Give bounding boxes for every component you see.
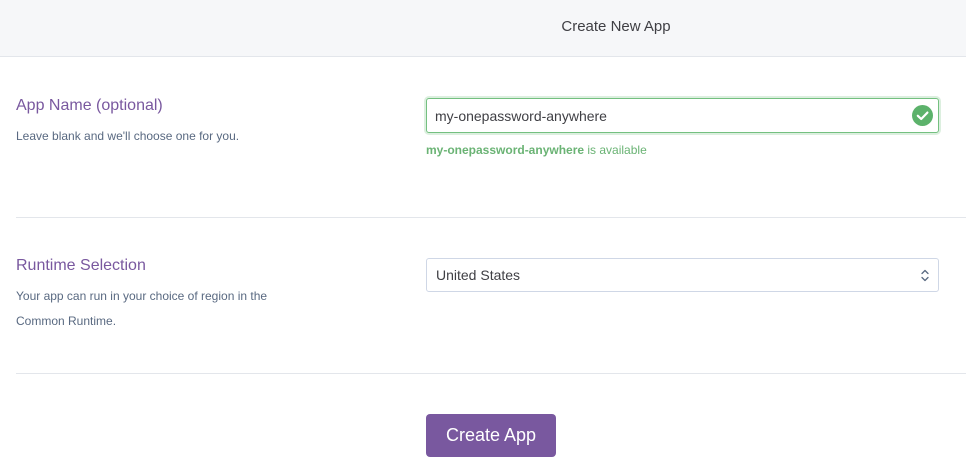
create-app-button[interactable]: Create App	[426, 414, 556, 457]
region-select-value: United States	[436, 267, 521, 283]
app-name-input[interactable]	[427, 99, 897, 132]
page-header: Create New App	[0, 0, 966, 57]
app-name-description: Leave blank and we'll choose one for you…	[16, 129, 240, 143]
region-select[interactable]: United States	[426, 258, 939, 292]
runtime-heading: Runtime Selection	[16, 257, 146, 274]
section-divider	[16, 373, 966, 374]
app-name-heading: App Name (optional)	[16, 97, 163, 114]
availability-message: my-onepassword-anywhere is available	[426, 143, 647, 157]
page-title: Create New App	[561, 18, 671, 35]
availability-status: is available	[584, 143, 647, 157]
check-circle-icon	[912, 105, 933, 126]
select-arrows-icon	[921, 269, 929, 282]
runtime-description: Your app can run in your choice of regio…	[16, 289, 268, 328]
app-name-field[interactable]	[426, 98, 939, 133]
section-divider	[16, 217, 966, 218]
available-app-name: my-onepassword-anywhere	[426, 143, 585, 157]
